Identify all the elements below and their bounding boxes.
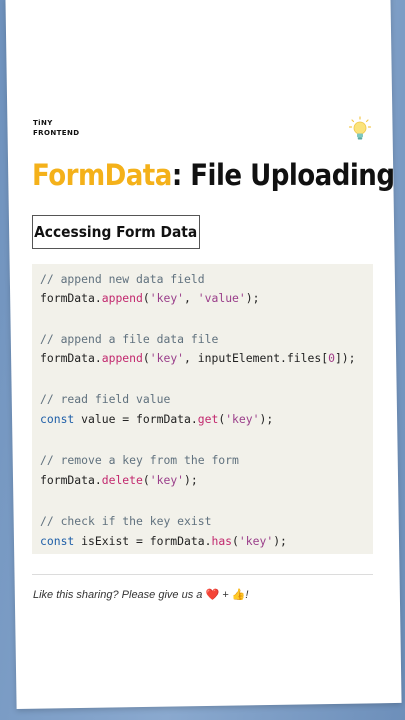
code-punct: ); xyxy=(273,534,287,548)
code-string: 'key' xyxy=(149,351,185,365)
code-string: 'value' xyxy=(197,291,246,305)
code-string: 'key' xyxy=(238,534,274,548)
section-heading-box: Accessing Form Data xyxy=(32,215,200,249)
code-identifier: formData xyxy=(136,412,191,426)
code-punct: ] xyxy=(334,351,342,365)
thumbs-up-icon: 👍 xyxy=(231,589,246,601)
footer-end: ! xyxy=(245,589,249,601)
code-punct: , xyxy=(184,351,198,365)
footer-text: Like this sharing? Please give us a xyxy=(33,589,206,601)
code-comment: // append a file data file xyxy=(40,332,219,346)
footer-plus: + xyxy=(219,589,232,601)
code-punct: , xyxy=(184,291,198,305)
heart-icon: ❤️ xyxy=(205,589,220,601)
code-keyword: const xyxy=(40,534,75,548)
code-identifier: formData xyxy=(40,291,95,305)
code-identifier: value = xyxy=(74,412,137,426)
code-line: const isExist = formData.has('key'); xyxy=(40,534,287,548)
brand-logo: TiNY FRONTEND xyxy=(33,118,79,138)
code-comment: // remove a key from the form xyxy=(40,453,239,467)
code-identifier: inputElement.files xyxy=(197,351,322,365)
content: TiNY FRONTEND FormData: File Uploading A… xyxy=(0,0,405,720)
code-method: append xyxy=(101,351,143,365)
code-punct: ( xyxy=(142,351,150,365)
code-identifier: formData xyxy=(40,351,95,365)
code-line: formData.append('key', inputElement.file… xyxy=(40,351,356,365)
page-title: FormData: File Uploading xyxy=(32,158,395,192)
code-string: 'key' xyxy=(225,412,260,426)
code-punct: . xyxy=(94,291,102,305)
code-line: formData.append('key', 'value'); xyxy=(40,291,260,305)
code-punct: . xyxy=(190,412,198,426)
code-comment: // check if the key exist xyxy=(40,514,212,528)
code-punct: ); xyxy=(245,291,260,305)
lightbulb-icon xyxy=(349,116,371,140)
code-punct: ); xyxy=(259,412,274,426)
code-keyword: const xyxy=(40,412,75,426)
brand-line-1: TiNY xyxy=(33,119,53,127)
brand-line-2: FRONTEND xyxy=(33,129,80,137)
code-block: // append new data field formData.append… xyxy=(32,264,373,554)
code-method: get xyxy=(197,412,219,426)
code-method: delete xyxy=(101,473,143,487)
divider xyxy=(32,574,373,575)
code-comment: // read field value xyxy=(40,392,171,406)
code-punct: . xyxy=(94,351,102,365)
code-line: // append new data field xyxy=(40,272,205,286)
code-punct: ( xyxy=(142,473,150,487)
code-line: const value = formData.get('key'); xyxy=(40,412,273,426)
code-string: 'key' xyxy=(149,473,185,487)
code-punct: ); xyxy=(341,351,356,365)
code-punct: ( xyxy=(142,291,150,305)
code-line: // append a file data file xyxy=(40,332,218,346)
code-line: // remove a key from the form xyxy=(40,453,239,467)
code-method: has xyxy=(211,534,233,548)
code-identifier: isExist = xyxy=(74,534,150,548)
code-line: // check if the key exist xyxy=(40,514,211,528)
code-identifier: formData xyxy=(40,473,95,487)
code-punct: . xyxy=(94,473,102,487)
title-highlight: FormData xyxy=(32,158,172,192)
title-rest: : File Uploading xyxy=(171,158,395,192)
code-identifier: formData xyxy=(149,534,205,548)
code-comment: // append new data field xyxy=(40,272,205,286)
code-string: 'key' xyxy=(149,291,185,305)
code-punct: ( xyxy=(232,534,239,548)
code-number: 0 xyxy=(328,351,335,365)
code-method: append xyxy=(101,291,143,305)
code-line: formData.delete('key'); xyxy=(40,473,198,487)
footer-message: Like this sharing? Please give us a ❤️ +… xyxy=(33,588,373,601)
code-punct: ); xyxy=(184,473,198,487)
code-line: // read field value xyxy=(40,392,170,406)
section-heading: Accessing Form Data xyxy=(34,223,198,241)
